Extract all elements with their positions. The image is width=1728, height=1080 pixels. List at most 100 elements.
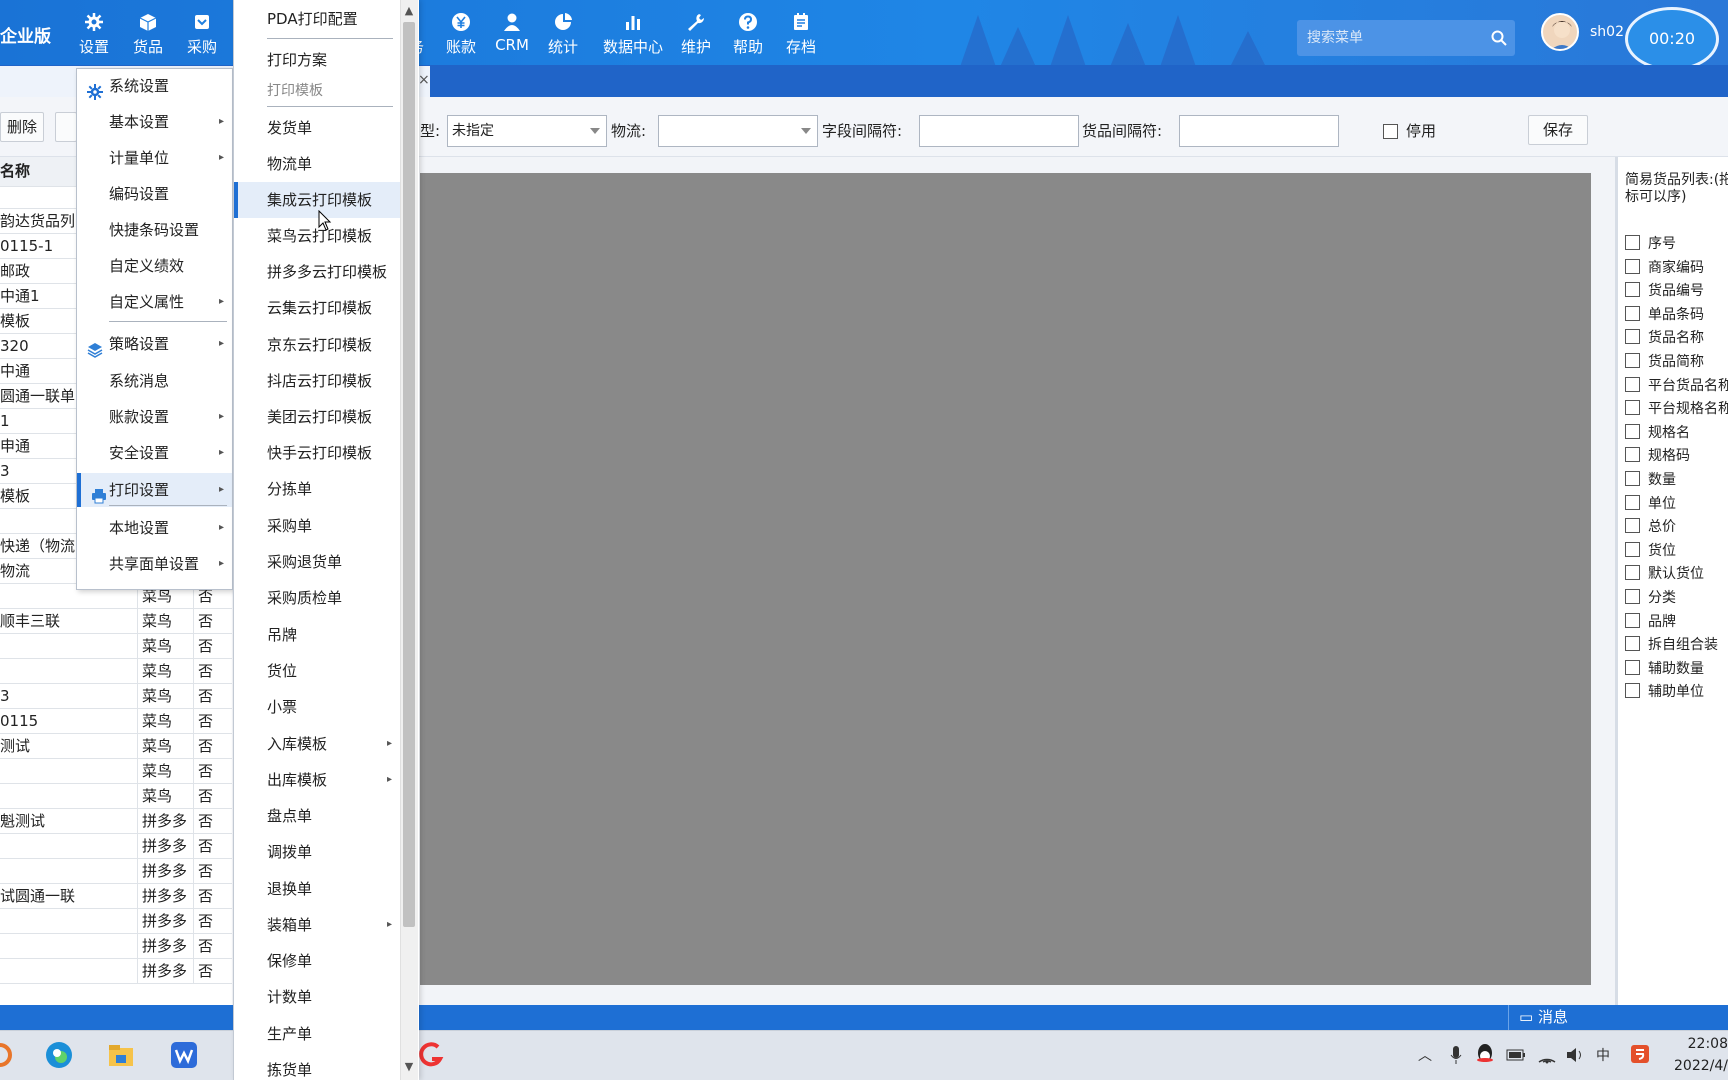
table-row[interactable]: 0115 菜鸟否 (0, 709, 232, 734)
column-checkbox[interactable] (1625, 589, 1640, 604)
column-checkbox[interactable] (1625, 612, 1640, 628)
settings-menu-item[interactable]: 自定义属性 ▸ (77, 285, 232, 319)
app-icon[interactable] (418, 1041, 446, 1069)
print-template-item[interactable]: 盘点单 (234, 798, 400, 834)
scrollbar-thumb[interactable] (403, 22, 415, 927)
print-template-item[interactable]: 物流单 (234, 146, 400, 182)
nav-pie-chart[interactable]: 统计 (536, 10, 590, 57)
microphone-icon[interactable] (1449, 1045, 1463, 1065)
nav-purchase[interactable]: 采购 (175, 10, 229, 57)
table-row[interactable]: 拼多多否 (0, 959, 232, 984)
message-button[interactable]: ▭ 消息 (1508, 1005, 1728, 1030)
toolbar-button[interactable] (55, 112, 77, 142)
qq-icon[interactable] (1475, 1043, 1495, 1065)
settings-menu-item[interactable]: 自定义绩效 (77, 249, 232, 283)
column-checkbox[interactable] (1625, 541, 1640, 557)
print-template-item[interactable]: 吊牌 (234, 617, 400, 653)
print-template-item[interactable]: 采购质检单 (234, 580, 400, 616)
settings-menu-item[interactable]: 打印设置 ▸ (77, 473, 232, 507)
print-template-item[interactable]: 采购单 (234, 508, 400, 544)
print-template-canvas[interactable] (420, 173, 1591, 985)
nav-wrench[interactable]: 维护 (669, 10, 723, 57)
table-row[interactable]: 菜鸟否 (0, 634, 232, 659)
table-row[interactable]: 菜鸟否 (0, 759, 232, 784)
print-template-item[interactable]: 京东云打印模板 (234, 327, 400, 363)
print-template-item[interactable]: 出库模板 ▸ (234, 762, 400, 798)
print-template-item[interactable]: 退换单 (234, 871, 400, 907)
table-row[interactable]: 3 菜鸟否 (0, 684, 232, 709)
print-template-item[interactable]: 云集云打印模板 (234, 290, 400, 326)
column-checkbox[interactable] (1625, 329, 1640, 345)
column-checkbox[interactable] (1625, 235, 1640, 250)
column-checkbox[interactable] (1625, 494, 1640, 510)
column-checkbox[interactable] (1625, 636, 1640, 652)
print-template-item[interactable]: 货位 (234, 653, 400, 689)
app-tray-icon[interactable] (1630, 1044, 1650, 1064)
taskbar-clock[interactable]: 22:08 2022/4/ (1672, 1033, 1728, 1077)
nav-box[interactable]: 货品 (121, 10, 175, 57)
goods-separator-input[interactable] (1179, 115, 1339, 147)
nav-archive[interactable]: 存档 (774, 10, 828, 57)
scroll-down-icon[interactable]: ▼ (400, 1058, 418, 1076)
print-template-item[interactable]: 计数单 (234, 979, 400, 1015)
print-template-item[interactable]: 菜鸟云打印模板 (234, 218, 400, 254)
table-row[interactable]: 拼多多否 (0, 859, 232, 884)
field-separator-input[interactable] (919, 115, 1079, 147)
column-checkbox[interactable] (1625, 683, 1640, 699)
delete-button[interactable]: 删除 (0, 112, 44, 142)
scroll-up-icon[interactable]: ▲ (400, 2, 418, 20)
print-template-item[interactable]: 抖店云打印模板 (234, 363, 400, 399)
settings-menu-item[interactable]: 系统消息 (77, 364, 232, 398)
column-checkbox[interactable] (1625, 565, 1640, 581)
table-row[interactable]: 顺丰三联 菜鸟否 (0, 609, 232, 634)
search-input[interactable]: 搜索菜单 (1297, 20, 1515, 56)
print-template-item[interactable]: 集成云打印模板 (234, 182, 400, 218)
settings-menu-item[interactable]: 共享面单设置 ▸ (77, 547, 232, 581)
print-template-item[interactable]: 打印方案 (234, 42, 400, 78)
nav-help[interactable]: 帮助 (721, 10, 775, 57)
wifi-icon[interactable] (1537, 1046, 1557, 1064)
edge-browser-icon[interactable] (45, 1041, 73, 1069)
print-template-item[interactable]: 生产单 (234, 1016, 400, 1052)
print-template-item[interactable]: PDA打印配置 (234, 1, 400, 37)
ime-indicator[interactable]: 中 (1596, 1045, 1610, 1065)
table-row[interactable]: 菜鸟否 (0, 784, 232, 809)
settings-menu-item[interactable]: 策略设置 ▸ (77, 327, 232, 361)
disable-checkbox[interactable] (1383, 124, 1398, 139)
table-row[interactable]: 魁测试 拼多多否 (0, 809, 232, 834)
print-template-item[interactable]: 发货单 (234, 110, 400, 146)
nav-bar-chart[interactable]: 数据中心 (598, 10, 668, 57)
settings-menu-item[interactable]: 账款设置 ▸ (77, 400, 232, 434)
table-row[interactable]: 测试 菜鸟否 (0, 734, 232, 759)
column-checkbox[interactable] (1625, 518, 1640, 534)
table-row[interactable]: 试圆通一联 拼多多否 (0, 884, 232, 909)
wps-office-icon[interactable] (170, 1041, 198, 1069)
volume-icon[interactable] (1565, 1046, 1585, 1064)
print-template-item[interactable]: 调拨单 (234, 834, 400, 870)
app-icon[interactable] (0, 1041, 18, 1069)
column-checkbox[interactable] (1625, 447, 1640, 463)
print-template-item[interactable]: 小票 (234, 689, 400, 725)
search-icon[interactable] (1491, 30, 1507, 46)
print-template-item[interactable]: 拣货单 (234, 1052, 400, 1080)
print-template-item[interactable]: 装箱单 ▸ (234, 907, 400, 943)
table-row[interactable]: 拼多多否 (0, 909, 232, 934)
avatar[interactable] (1541, 13, 1579, 51)
column-checkbox[interactable] (1625, 471, 1640, 486)
close-icon[interactable]: × (418, 72, 430, 88)
print-template-item[interactable]: 采购退货单 (234, 544, 400, 580)
column-checkbox[interactable] (1625, 376, 1640, 392)
settings-menu-item[interactable]: 基本设置 ▸ (77, 105, 232, 139)
column-checkbox[interactable] (1625, 400, 1640, 416)
column-checkbox[interactable] (1625, 353, 1640, 368)
settings-menu-item[interactable]: 编码设置 (77, 177, 232, 211)
save-button[interactable]: 保存 (1528, 115, 1588, 145)
battery-icon[interactable] (1506, 1048, 1526, 1062)
chevron-up-icon[interactable]: ︿ (1418, 1045, 1432, 1065)
nav-gear[interactable]: 设置 (67, 10, 121, 57)
nav-user[interactable]: CRM (485, 10, 539, 54)
nav-yen[interactable]: 账款 (434, 10, 488, 57)
column-checkbox[interactable] (1625, 282, 1640, 298)
print-template-item[interactable]: 快手云打印模板 (234, 435, 400, 471)
table-row[interactable]: 菜鸟否 (0, 659, 232, 684)
